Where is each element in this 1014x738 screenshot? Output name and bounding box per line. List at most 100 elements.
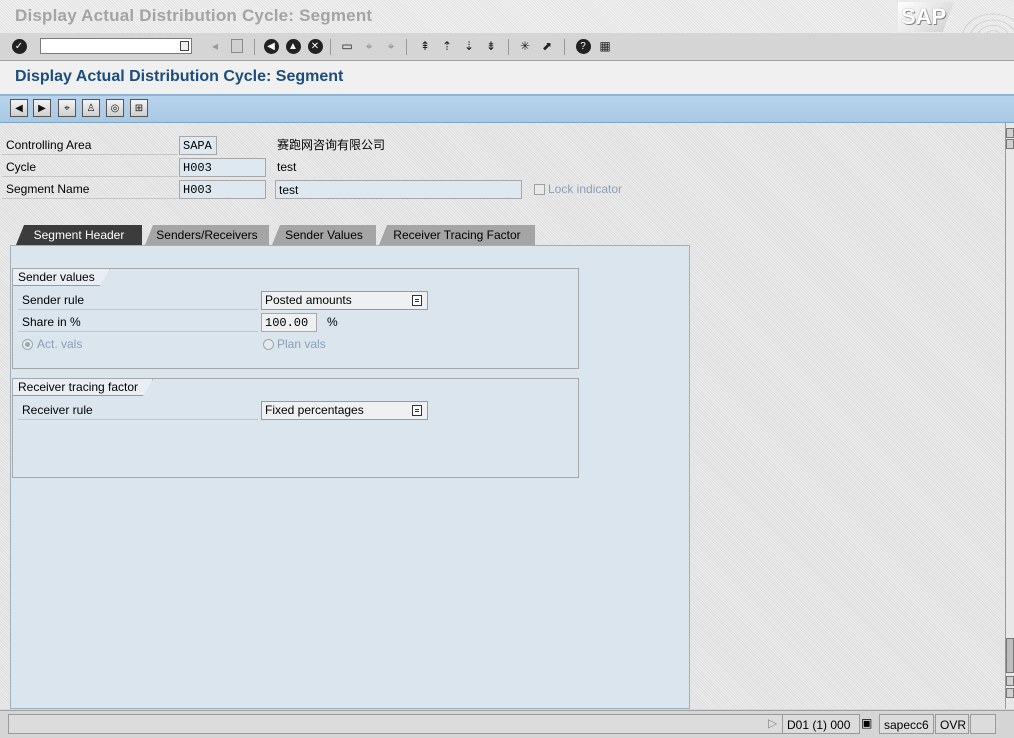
receiver-rule-value: Fixed percentages (265, 403, 364, 417)
back-icon: ◀ (263, 38, 279, 54)
hierarchy-button[interactable]: ⊞ (130, 99, 148, 117)
lock-indicator-checkbox[interactable] (534, 184, 545, 195)
toolbar-separator (330, 39, 331, 55)
input-mode[interactable]: OVR (935, 714, 969, 734)
back-button[interactable]: ◀ (262, 37, 280, 55)
toolbar-separator (564, 39, 565, 55)
receiver-tracing-group: Receiver tracing factor Receiver rule Fi… (12, 378, 579, 478)
sender-values-title: Sender values (13, 269, 110, 286)
new-session-icon: ✳ (519, 39, 531, 53)
plan-vals-label: Plan vals (277, 337, 326, 351)
cycle-field[interactable]: H003 (179, 158, 266, 177)
status-extra-field (970, 714, 996, 734)
enter-button[interactable]: ✓ (10, 37, 28, 55)
act-vals-label: Act. vals (37, 337, 83, 351)
print-button[interactable]: ▭ (338, 37, 356, 55)
command-history-icon[interactable] (180, 41, 189, 51)
controlling-area-description: 赛跑网咨询有限公司 (277, 138, 386, 152)
find-button[interactable]: ⌖ (360, 37, 378, 55)
scroll-up-page-icon[interactable] (1006, 139, 1014, 149)
last-page-button[interactable]: ⇟ (482, 37, 500, 55)
tab-segment-header[interactable]: Segment Header (16, 225, 142, 245)
application-toolbar: ◀ ▶ ⌖ ♙ ◎ ⊞ (0, 96, 1014, 123)
exit-icon: ▲ (285, 38, 301, 54)
find-next-button[interactable]: ⌖ (382, 37, 400, 55)
next-segment-button[interactable]: ▶ (33, 99, 51, 117)
cancel-icon: ✕ (307, 38, 323, 54)
controlling-area-label: Controlling Area (2, 136, 178, 155)
share-field[interactable]: 100.00 (261, 313, 317, 332)
help-button[interactable]: ? (574, 37, 592, 55)
print-icon: ▭ (341, 39, 353, 53)
save-icon (231, 39, 243, 53)
find-next-icon: ⌖ (387, 38, 395, 53)
find-segment-button[interactable]: ⌖ (58, 99, 76, 117)
previous-segment-button[interactable]: ◀ (10, 99, 28, 117)
share-label: Share in % (18, 313, 258, 332)
sender-rule-value: Posted amounts (265, 293, 352, 307)
tab-sender-values[interactable]: Sender Values (272, 225, 376, 245)
status-bar: ▷ D01 (1) 000 ▣ sapecc6 OVR (0, 710, 1014, 738)
glasses-icon: ◎ (110, 102, 120, 114)
server-info: sapecc6 (879, 714, 934, 734)
status-expand-icon[interactable]: ▷ (768, 714, 777, 733)
person-icon: ♙ (86, 102, 96, 114)
cancel-button[interactable]: ✕ (306, 37, 324, 55)
scroll-up-icon[interactable] (1006, 128, 1014, 138)
segment-description-field[interactable]: test (275, 180, 522, 199)
receiver-tracing-title: Receiver tracing factor (13, 379, 153, 396)
first-page-icon: ⇞ (419, 39, 431, 53)
find-icon: ⌖ (365, 38, 373, 53)
sender-rule-label: Sender rule (18, 291, 258, 310)
new-session-button[interactable]: ✳ (516, 37, 534, 55)
receiver-rule-label: Receiver rule (18, 401, 258, 420)
first-page-button[interactable]: ⇞ (416, 37, 434, 55)
cycle-description: test (277, 160, 297, 174)
layout-menu-icon: ▦ (599, 39, 611, 53)
segment-name-field[interactable]: H003 (179, 180, 266, 199)
receiver-rule-dropdown[interactable]: Fixed percentages (261, 401, 428, 420)
display-change-button[interactable]: ◎ (106, 99, 124, 117)
cycle-label: Cycle (2, 158, 178, 177)
last-page-icon: ⇟ (485, 39, 497, 53)
command-field[interactable] (40, 38, 192, 54)
help-icon: ? (575, 38, 591, 54)
next-page-icon: ⇣ (463, 39, 475, 53)
act-vals-radio[interactable] (22, 339, 33, 350)
dropdown-icon (412, 295, 422, 306)
session-list-icon[interactable]: ▣ (861, 714, 872, 733)
exit-button[interactable]: ▲ (284, 37, 302, 55)
screen-title: Display Actual Distribution Cycle: Segme… (15, 68, 344, 85)
toolbar-separator (254, 39, 255, 55)
system-toolbar: ✓ ◂ ◀ ▲ ✕ ▭ ⌖ ⌖ ⇞ ⇡ ⇣ ⇟ ✳ ⬈ ? ▦ (0, 33, 1014, 61)
sender-values-group: Sender values Sender rule Posted amounts… (12, 268, 579, 369)
shortcut-button[interactable]: ⬈ (538, 37, 556, 55)
scroll-thumb[interactable] (1006, 638, 1014, 673)
sender-rule-dropdown[interactable]: Posted amounts (261, 291, 428, 310)
back-arrow-small-icon: ◂ (211, 39, 219, 53)
next-page-button[interactable]: ⇣ (460, 37, 478, 55)
vertical-scrollbar[interactable] (1005, 123, 1014, 709)
plan-vals-radio[interactable] (263, 339, 274, 350)
tab-receiver-tracing-factor[interactable]: Receiver Tracing Factor (379, 225, 535, 245)
binoculars-icon: ⌖ (64, 102, 70, 114)
session-info: D01 (1) 000 (782, 714, 860, 734)
shortcut-icon: ⬈ (541, 39, 553, 53)
previous-page-button[interactable]: ⇡ (438, 37, 456, 55)
window-title-bar: Display Actual Distribution Cycle: Segme… (0, 0, 1014, 62)
scroll-down-page-icon[interactable] (1006, 676, 1014, 686)
tab-senders-receivers[interactable]: Senders/Receivers (145, 225, 269, 245)
scroll-down-icon[interactable] (1006, 688, 1014, 698)
share-unit: % (327, 315, 338, 329)
save-button[interactable] (228, 37, 246, 55)
previous-icon: ◀ (15, 102, 23, 114)
layout-menu-button[interactable]: ▦ (596, 37, 614, 55)
checkmark-icon: ✓ (11, 38, 27, 54)
hierarchy-icon: ⊞ (134, 102, 144, 114)
controlling-area-field[interactable]: SAPA (179, 136, 217, 155)
toolbar-separator (406, 39, 407, 55)
attributes-button[interactable]: ♙ (82, 99, 100, 117)
dropdown-icon (412, 405, 422, 416)
previous-page-icon: ⇡ (441, 39, 453, 53)
lock-indicator-label: Lock indicator (548, 182, 623, 196)
